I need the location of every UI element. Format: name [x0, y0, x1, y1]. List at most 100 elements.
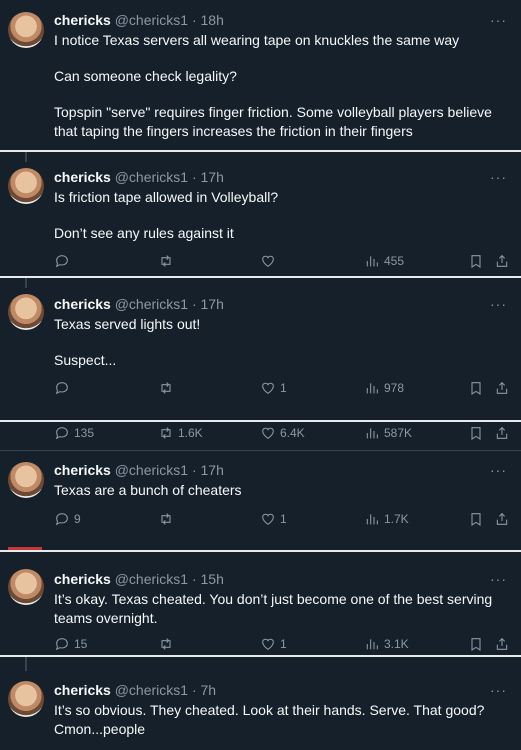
avatar[interactable] [8, 12, 44, 48]
like-button[interactable]: 1 [260, 379, 287, 397]
bookmark-button[interactable] [468, 424, 484, 442]
views-button[interactable]: 3.1K [364, 635, 409, 653]
bookmark-button[interactable] [468, 379, 484, 397]
avatar[interactable] [8, 168, 44, 204]
timestamp[interactable]: 17h [201, 296, 224, 312]
tweet[interactable]: chericks @chericks1 · 17h ··· Texas are … [0, 450, 521, 550]
tweet[interactable]: chericks @chericks1 · 15h ··· It’s okay.… [0, 552, 521, 655]
like-button[interactable]: 1 [260, 635, 287, 653]
timestamp[interactable]: 18h [201, 12, 224, 28]
tweet-line: Don’t see any rules against it [54, 225, 234, 241]
tweet-strip-4: 135 1.6K 6.4K 587K chericks @chericks1 ·… [0, 422, 521, 550]
views-count: 3.1K [384, 637, 409, 651]
like-count: 1 [280, 512, 287, 526]
reply-button[interactable] [54, 252, 74, 270]
more-options-icon[interactable]: ··· [490, 683, 507, 697]
retweet-button[interactable] [158, 379, 178, 397]
share-button[interactable] [494, 252, 510, 270]
display-name[interactable]: chericks [54, 682, 111, 698]
retweet-icon [158, 636, 174, 652]
views-count: 455 [384, 254, 405, 268]
timestamp[interactable]: 17h [201, 462, 224, 478]
share-button[interactable] [494, 379, 510, 397]
tweet-line: Can someone check legality? [54, 68, 237, 84]
like-button[interactable] [260, 252, 280, 270]
more-options-icon[interactable]: ··· [490, 13, 507, 27]
timestamp[interactable]: 15h [201, 571, 224, 587]
retweet-icon [158, 380, 174, 396]
tweet-text: It’s so obvious. They cheated. Look at t… [54, 701, 509, 739]
like-button[interactable]: 1 [260, 510, 287, 528]
tweet-header: chericks @chericks1 · 17h [54, 295, 224, 313]
avatar[interactable] [8, 294, 44, 330]
reply-icon [54, 253, 70, 269]
more-options-icon[interactable]: ··· [490, 297, 507, 311]
tweet[interactable]: chericks @chericks1 · 17h ··· Texas serv… [0, 278, 521, 408]
separator-dot: · [191, 296, 197, 312]
tweet[interactable]: chericks @chericks1 · 17h ··· Is frictio… [0, 152, 521, 276]
display-name[interactable]: chericks [54, 571, 111, 587]
display-name[interactable]: chericks [54, 169, 111, 185]
reply-count: 9 [74, 512, 81, 526]
user-handle[interactable]: @chericks1 [115, 296, 188, 312]
reply-button[interactable]: 135 [54, 424, 94, 442]
retweet-icon [158, 425, 174, 441]
share-button[interactable] [494, 424, 510, 442]
retweet-button[interactable]: 1.6K [158, 424, 203, 442]
tweet-strip-6: chericks @chericks1 · 7h ··· It’s so obv… [0, 657, 521, 750]
timestamp[interactable]: 17h [201, 169, 224, 185]
display-name[interactable]: chericks [54, 462, 111, 478]
views-button[interactable]: 455 [364, 252, 404, 270]
separator-dot: · [191, 462, 197, 478]
tweet-line: Texas are a bunch of cheaters [54, 482, 242, 498]
tweet-header: chericks @chericks1 · 7h [54, 681, 216, 699]
like-button[interactable]: 6.4K [260, 424, 305, 442]
tweet-actions: 135 1.6K 6.4K 587K [54, 424, 514, 442]
views-button[interactable]: 1.7K [364, 510, 409, 528]
reply-button[interactable]: 15 [54, 635, 87, 653]
views-icon [364, 636, 380, 652]
retweet-button[interactable] [158, 252, 178, 270]
tweet[interactable]: chericks @chericks1 · 7h ··· It’s so obv… [0, 657, 521, 750]
more-options-icon[interactable]: ··· [490, 572, 507, 586]
like-icon [260, 636, 276, 652]
avatar[interactable] [8, 569, 44, 605]
separator-dot: · [191, 169, 197, 185]
tweet[interactable]: chericks @chericks1 · 18h ··· I notice T… [0, 0, 521, 150]
reply-button[interactable] [54, 379, 74, 397]
retweet-button[interactable] [158, 510, 178, 528]
retweet-button[interactable] [158, 635, 178, 653]
user-handle[interactable]: @chericks1 [115, 169, 188, 185]
user-handle[interactable]: @chericks1 [115, 571, 188, 587]
bookmark-icon [468, 636, 484, 652]
tweet-text: Texas served lights out! Suspect... [54, 315, 509, 370]
reply-icon [54, 636, 70, 652]
reply-button[interactable]: 9 [54, 510, 81, 528]
user-handle[interactable]: @chericks1 [115, 682, 188, 698]
display-name[interactable]: chericks [54, 296, 111, 312]
views-button[interactable]: 978 [364, 379, 404, 397]
retweet-icon [158, 253, 174, 269]
views-button[interactable]: 587K [364, 424, 412, 442]
tweet-line: Is friction tape allowed in Volleyball? [54, 189, 279, 205]
like-count: 1 [280, 381, 287, 395]
bookmark-button[interactable] [468, 252, 484, 270]
bookmark-button[interactable] [468, 510, 484, 528]
display-name[interactable]: chericks [54, 12, 111, 28]
views-count: 978 [384, 381, 405, 395]
share-button[interactable] [494, 635, 510, 653]
bookmark-button[interactable] [468, 635, 484, 653]
tweet-text: It’s okay. Texas cheated. You don’t just… [54, 590, 509, 628]
avatar[interactable] [8, 681, 44, 717]
tweet-text: Texas are a bunch of cheaters [54, 481, 509, 500]
more-options-icon[interactable]: ··· [490, 170, 507, 184]
tweet-strip-1: chericks @chericks1 · 18h ··· I notice T… [0, 0, 521, 150]
reply-count: 135 [74, 426, 95, 440]
share-button[interactable] [494, 510, 510, 528]
retweet-count: 1.6K [178, 426, 203, 440]
more-options-icon[interactable]: ··· [490, 463, 507, 477]
user-handle[interactable]: @chericks1 [115, 462, 188, 478]
avatar[interactable] [8, 462, 44, 498]
user-handle[interactable]: @chericks1 [115, 12, 188, 28]
timestamp[interactable]: 7h [201, 682, 217, 698]
